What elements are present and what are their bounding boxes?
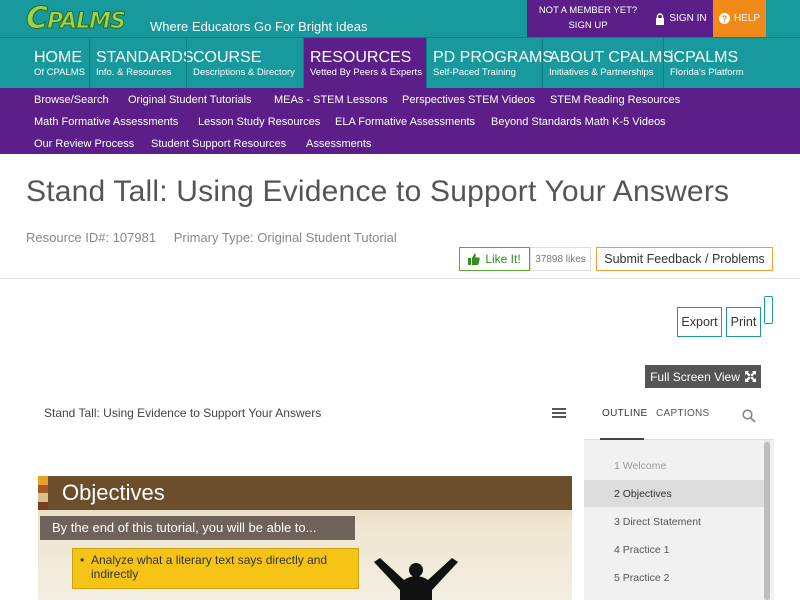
fullscreen-button[interactable]: Full Screen View <box>645 365 761 388</box>
tab-outline[interactable]: OUTLINE <box>602 408 647 419</box>
slide-header: Objectives <box>38 476 572 510</box>
help-button[interactable]: ? HELP <box>713 0 766 37</box>
nav-course[interactable]: COURSE Descriptions & Directory <box>186 38 303 88</box>
outline-item-objectives[interactable]: 2 Objectives <box>584 480 764 507</box>
main-nav: HOME Of CPALMS STANDARDS Info. & Resourc… <box>0 37 800 88</box>
side-tab[interactable] <box>764 296 773 324</box>
signin-button[interactable]: SIGN IN <box>649 0 713 37</box>
divider <box>0 278 800 279</box>
print-button[interactable]: Print <box>726 307 761 337</box>
thumbs-up-icon <box>468 253 481 265</box>
silhouette-image <box>374 558 458 600</box>
subnav-review-process[interactable]: Our Review Process <box>34 138 134 150</box>
nav-icpalms-sub: Florida's Platform <box>670 67 744 78</box>
subnav-beyond-standards-videos[interactable]: Beyond Standards Math K-5 Videos <box>491 116 666 128</box>
outline-item-practice-1[interactable]: 4 Practice 1 <box>584 536 764 563</box>
nav-pd-sub: Self-Paced Training <box>433 67 516 78</box>
search-icon[interactable] <box>742 409 756 423</box>
resources-subnav: Browse/Search Original Student Tutorials… <box>0 88 800 154</box>
outline-item-welcome[interactable]: 1 Welcome <box>584 452 764 479</box>
menu-icon[interactable] <box>552 408 566 418</box>
nav-standards-sub: Info. & Resources <box>96 67 172 78</box>
like-button[interactable]: Like It! <box>459 247 530 271</box>
outline-scroll-thumb[interactable] <box>764 442 770 600</box>
slide-subheading: By the end of this tutorial, you will be… <box>40 516 355 540</box>
nav-home-label: HOME <box>34 49 82 66</box>
nav-pd-label: PD PROGRAMS <box>433 49 554 66</box>
lock-icon <box>656 12 665 25</box>
subnav-original-student-tutorials[interactable]: Original Student Tutorials <box>128 94 252 106</box>
tab-captions[interactable]: CAPTIONS <box>656 408 710 419</box>
subnav-ela-formative-assessments[interactable]: ELA Formative Assessments <box>335 116 475 128</box>
subnav-browse-search[interactable]: Browse/Search <box>34 94 109 106</box>
nav-course-label: COURSE <box>193 49 262 66</box>
page-title: Stand Tall: Using Evidence to Support Yo… <box>26 175 730 208</box>
tab-underline <box>600 438 644 440</box>
signup-label: SIGN UP <box>568 20 608 31</box>
subnav-stem-reading-resources[interactable]: STEM Reading Resources <box>550 94 680 106</box>
question-icon: ? <box>718 13 730 24</box>
nav-about[interactable]: ABOUT CPALMS Initiatives & Partnerships <box>542 38 673 88</box>
expand-icon <box>744 371 756 382</box>
tutorial-player: Stand Tall: Using Evidence to Support Yo… <box>26 390 583 600</box>
outline-item-direct-statement[interactable]: 3 Direct Statement <box>584 508 764 535</box>
export-button[interactable]: Export <box>677 307 722 337</box>
subnav-meas-stem-lessons[interactable]: MEAs - STEM Lessons <box>274 94 388 106</box>
logo-c: C <box>25 1 48 37</box>
logo-text: PALMS <box>47 9 127 35</box>
nav-icpalms-label: iCPALMS <box>670 49 739 66</box>
like-label: Like It! <box>485 252 521 266</box>
nav-resources[interactable]: RESOURCES Vetted By Peers & Experts <box>303 38 426 88</box>
nav-standards[interactable]: STANDARDS Info. & Resources <box>89 38 194 88</box>
nav-about-sub: Initiatives & Partnerships <box>549 67 654 78</box>
nav-pd-programs[interactable]: PD PROGRAMS Self-Paced Training <box>426 38 554 88</box>
cpalms-logo[interactable]: C PALMS <box>25 0 127 37</box>
outline-tabs: OUTLINE CAPTIONS <box>584 390 774 440</box>
nav-about-label: ABOUT CPALMS <box>549 49 673 66</box>
tagline: Where Educators Go For Bright Ideas <box>150 19 368 34</box>
resource-meta: Resource ID#: 107981 Primary Type: Origi… <box>26 230 411 245</box>
subnav-perspectives-stem-videos[interactable]: Perspectives STEM Videos <box>402 94 535 106</box>
slide-stripes <box>38 476 48 510</box>
slide-objective: Analyze what a literary text says direct… <box>72 548 359 589</box>
nav-home[interactable]: HOME Of CPALMS <box>28 38 89 88</box>
submit-feedback-button[interactable]: Submit Feedback / Problems <box>596 247 773 271</box>
like-count: 37898 likes <box>530 247 591 271</box>
nav-resources-label: RESOURCES <box>310 49 412 66</box>
fullscreen-label: Full Screen View <box>650 369 740 384</box>
primary-type: Primary Type: Original Student Tutorial <box>173 230 397 245</box>
player-title: Stand Tall: Using Evidence to Support Yo… <box>44 406 322 420</box>
subnav-math-formative-assessments[interactable]: Math Formative Assessments <box>34 116 178 128</box>
subnav-assessments[interactable]: Assessments <box>306 138 371 150</box>
outline-panel: OUTLINE CAPTIONS 1 Welcome 2 Objectives … <box>584 390 774 600</box>
top-header: C PALMS Where Educators Go For Bright Id… <box>0 0 800 37</box>
outline-item-practice-2[interactable]: 5 Practice 2 <box>584 564 764 591</box>
resource-id: Resource ID#: 107981 <box>26 230 157 245</box>
nav-icpalms[interactable]: iCPALMS Florida's Platform <box>663 38 800 88</box>
help-label: HELP <box>733 13 761 24</box>
nav-home-sub: Of CPALMS <box>34 67 86 78</box>
signin-label: SIGN IN <box>669 13 707 24</box>
slide: Objectives By the end of this tutorial, … <box>38 476 572 600</box>
subnav-lesson-study-resources[interactable]: Lesson Study Resources <box>198 116 320 128</box>
member-prompt: NOT A MEMBER YET? <box>538 5 638 16</box>
signup-button[interactable]: NOT A MEMBER YET? SIGN UP <box>527 0 649 37</box>
nav-resources-sub: Vetted By Peers & Experts <box>310 67 422 78</box>
subnav-student-support-resources[interactable]: Student Support Resources <box>151 138 286 150</box>
slide-heading: Objectives <box>62 480 165 505</box>
nav-standards-label: STANDARDS <box>96 49 194 66</box>
nav-course-sub: Descriptions & Directory <box>193 67 295 78</box>
